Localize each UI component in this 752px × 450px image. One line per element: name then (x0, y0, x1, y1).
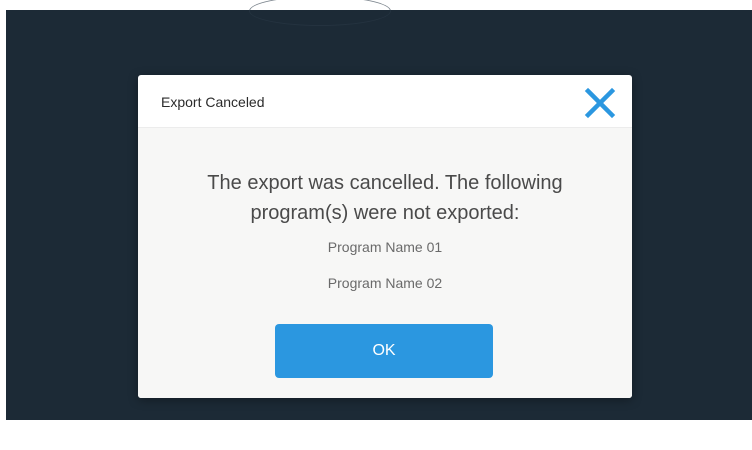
export-canceled-dialog: Export Canceled The export was cancelled… (138, 75, 632, 398)
dialog-body: The export was cancelled. The following … (138, 128, 632, 398)
ok-button[interactable]: OK (275, 324, 493, 378)
dialog-title: Export Canceled (161, 94, 265, 110)
background-decoration (249, 0, 391, 26)
close-button[interactable] (582, 85, 618, 121)
program-list-item: Program Name 02 (327, 275, 443, 291)
screen: Export Canceled The export was cancelled… (0, 0, 752, 450)
dialog-header: Export Canceled (138, 75, 632, 128)
dialog-message: The export was cancelled. The following … (207, 172, 563, 224)
program-list-item: Program Name 01 (327, 239, 443, 255)
close-x-icon (584, 87, 616, 119)
not-exported-program-list: Program Name 01 Program Name 02 (138, 238, 632, 310)
